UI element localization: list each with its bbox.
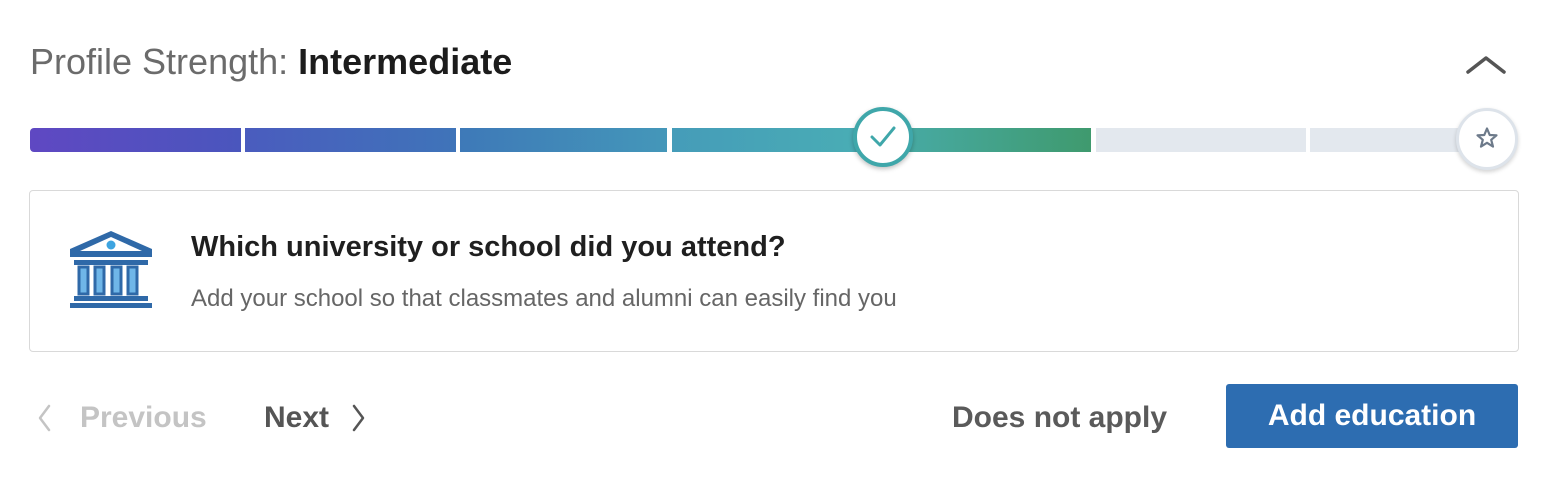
title-prefix: Profile Strength: [30, 41, 289, 82]
prompt-title: Which university or school did you atten… [191, 231, 786, 263]
chevron-right-icon [352, 404, 365, 432]
previous-button[interactable]: Previous [36, 396, 207, 440]
progress-segment-6 [1096, 128, 1306, 152]
progress-segment-2 [245, 128, 456, 152]
add-education-button[interactable]: Add education [1226, 384, 1518, 448]
chevron-up-icon [1466, 56, 1506, 74]
prompt-description: Add your school so that classmates and a… [191, 285, 897, 312]
next-button[interactable]: Next [264, 396, 367, 440]
collapse-button[interactable] [1462, 46, 1510, 82]
progress-segment-5 [887, 128, 1091, 152]
progress-segment-3 [460, 128, 667, 152]
progress-segment-4 [672, 128, 883, 152]
profile-strength-card: Profile Strength: Intermediate Which uni… [0, 0, 1550, 480]
strength-level: Intermediate [298, 41, 513, 82]
chevron-left-icon [38, 404, 51, 432]
does-not-apply-button[interactable]: Does not apply [944, 396, 1175, 440]
next-label: Next [264, 401, 330, 434]
education-prompt: Which university or school did you atten… [29, 190, 1519, 352]
profile-strength-title: Profile Strength: Intermediate [30, 40, 512, 84]
current-level-marker [853, 107, 913, 167]
progress-segment-1 [30, 128, 241, 152]
previous-label: Previous [80, 401, 207, 434]
check-icon [870, 126, 896, 147]
school-building-icon [70, 231, 152, 308]
all-star-marker [1456, 108, 1518, 170]
profile-strength-progress-bar [30, 128, 1492, 152]
star-icon [1476, 127, 1498, 148]
